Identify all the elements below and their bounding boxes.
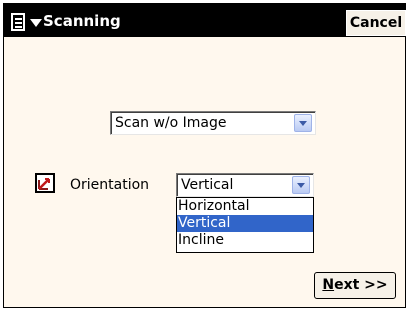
cancel-button[interactable]: Cancel: [346, 10, 406, 36]
orientation-select[interactable]: Vertical: [176, 173, 314, 197]
orientation-dropdown-list: Horizontal Vertical Incline: [176, 197, 314, 253]
orientation-value: Vertical: [181, 177, 234, 193]
option-incline[interactable]: Incline: [177, 232, 313, 249]
next-mnemonic: N: [322, 277, 335, 293]
orientation-icon[interactable]: [35, 173, 55, 193]
title-bar: Scanning Cancel: [3, 3, 406, 37]
next-label: ext >>: [334, 277, 388, 293]
chevron-down-icon[interactable]: [294, 114, 312, 132]
next-button[interactable]: Next >>: [314, 272, 396, 299]
scan-mode-value: Scan w/o Image: [115, 115, 227, 131]
scan-mode-select[interactable]: Scan w/o Image: [110, 111, 316, 135]
option-horizontal[interactable]: Horizontal: [177, 198, 313, 215]
option-vertical[interactable]: Vertical: [177, 215, 313, 232]
page-title: Scanning: [43, 12, 121, 30]
caret-down-icon: [30, 19, 42, 27]
dialog-frame: [3, 3, 406, 308]
document-icon: [11, 13, 25, 31]
chevron-down-icon[interactable]: [292, 176, 310, 194]
orientation-label: Orientation: [70, 177, 150, 193]
